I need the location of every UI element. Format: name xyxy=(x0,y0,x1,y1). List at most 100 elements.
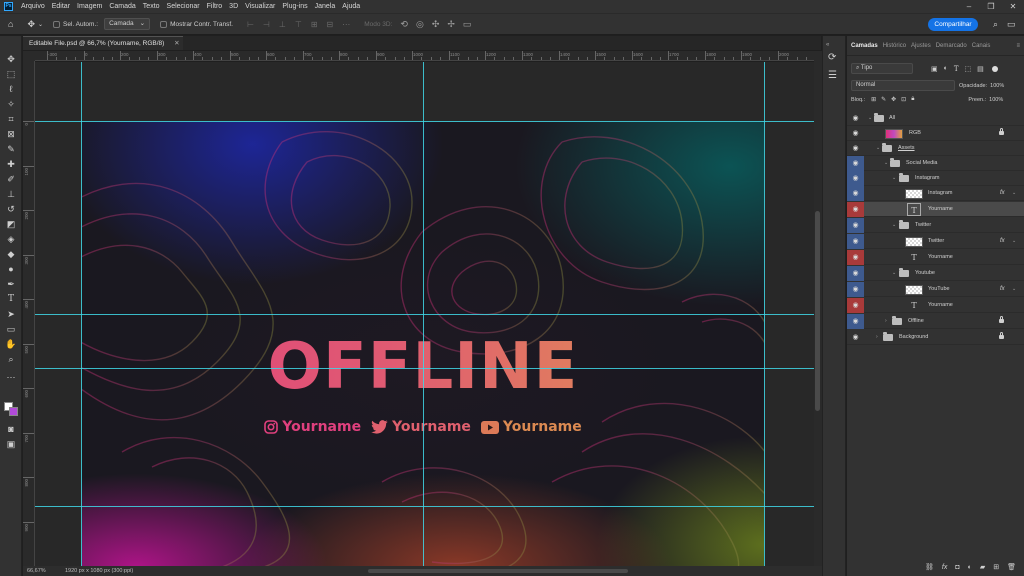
home-icon[interactable]: ⌂ xyxy=(8,19,13,29)
new-group-icon[interactable]: ▰ xyxy=(980,563,985,571)
zoom-level[interactable]: 66,67% xyxy=(27,566,46,576)
document-tab[interactable]: Editable File.psd @ 66,7% (Yourname, RGB… xyxy=(23,36,183,50)
fx-icon[interactable]: fx xyxy=(1000,282,1005,297)
layer-gradient-rgb[interactable]: ◉ RGB xyxy=(847,126,1024,141)
eye-icon[interactable]: ◉ xyxy=(847,111,864,126)
eye-icon[interactable]: ◉ xyxy=(847,202,864,217)
filter-type-icon[interactable]: T xyxy=(954,65,959,73)
align-left-icon[interactable]: ⊢ xyxy=(247,20,254,29)
marquee-tool-icon[interactable]: ⬚ xyxy=(4,67,18,81)
workspace-icon[interactable]: ▭ xyxy=(1007,19,1016,30)
guide-vertical[interactable] xyxy=(764,62,765,566)
blur-tool-icon[interactable]: ◆ xyxy=(4,247,18,261)
eye-icon[interactable]: ◉ xyxy=(847,234,864,249)
layer-text-yourname-instagram[interactable]: ◉ T Yourname xyxy=(847,202,1024,217)
rectangle-tool-icon[interactable]: ▭ xyxy=(4,322,18,336)
layer-group-social-media[interactable]: ◉ ⌄ Social Media xyxy=(847,156,1024,171)
delete-layer-icon[interactable]: 🗑︎ xyxy=(1007,563,1016,571)
new-layer-icon[interactable]: ⊞ xyxy=(993,563,999,571)
pen-tool-icon[interactable]: ✒ xyxy=(4,277,18,291)
paint-bucket-icon[interactable]: ◈ xyxy=(4,232,18,246)
tab-ajustes[interactable]: Ajustes xyxy=(911,43,931,49)
clone-stamp-icon[interactable]: ⊥ xyxy=(4,187,18,201)
eye-icon[interactable]: ◉ xyxy=(847,186,864,201)
close-tab-icon[interactable]: ✕ xyxy=(174,40,179,47)
filter-pixel-icon[interactable]: ▣ xyxy=(931,65,938,73)
quick-mask-icon[interactable]: ◙ xyxy=(4,422,18,436)
vertical-ruler[interactable]: 01002003004005006007008009001000 xyxy=(23,61,35,566)
chevron-down-icon[interactable]: ⌄ xyxy=(868,111,872,126)
chevron-down-icon[interactable]: ⌄ xyxy=(1012,282,1016,297)
share-button[interactable]: Compartilhar xyxy=(928,18,978,31)
brush-tool-icon[interactable]: ✐ xyxy=(4,172,18,186)
layer-group-background[interactable]: ◉ › Background xyxy=(847,330,1024,345)
align-right-icon[interactable]: ⊥ xyxy=(279,20,286,29)
eye-icon[interactable]: ◉ xyxy=(847,250,864,265)
more-icon[interactable]: ⋯ xyxy=(342,20,350,29)
eye-icon[interactable]: ◉ xyxy=(847,330,864,345)
twitter-handle[interactable]: Yourname xyxy=(371,419,471,435)
eye-icon[interactable]: ◉ xyxy=(847,298,864,313)
align-bottom-icon[interactable]: ⊟ xyxy=(327,20,334,29)
3d-slide-icon[interactable]: ✢ xyxy=(447,19,455,30)
eye-icon[interactable]: ◉ xyxy=(847,218,864,233)
adjustments-panel-icon[interactable]: ☰ xyxy=(828,70,837,81)
menu-arquivo[interactable]: Arquivo xyxy=(21,3,45,10)
eye-icon[interactable]: ◉ xyxy=(847,266,864,281)
lock-all-icon[interactable]: 🔒︎ xyxy=(911,96,914,103)
layer-smart-instagram[interactable]: ◉ Instagram fx ⌄ xyxy=(847,186,1024,201)
filter-toggle-icon[interactable] xyxy=(991,65,998,72)
chevron-down-icon[interactable]: ⌄ xyxy=(884,156,888,171)
tab-canais[interactable]: Canais xyxy=(972,43,991,49)
minimize-icon[interactable]: – xyxy=(958,0,980,13)
lock-transparent-icon[interactable]: ⊞ xyxy=(871,96,876,103)
menu-imagem[interactable]: Imagem xyxy=(77,3,102,10)
align-center-icon[interactable]: ⊣ xyxy=(263,20,270,29)
move-tool-icon[interactable]: ✥ xyxy=(27,19,35,30)
chevron-down-icon[interactable]: ⌄ xyxy=(892,171,896,186)
move-tool-icon[interactable]: ✥ xyxy=(4,52,18,66)
horizontal-scroll-thumb[interactable] xyxy=(368,569,628,573)
chevron-down-icon[interactable]: ⌄ xyxy=(892,266,896,281)
tab-historico[interactable]: Histórico xyxy=(883,43,906,49)
zoom-tool-icon[interactable]: ⌕ xyxy=(4,352,18,366)
layer-smart-twitter[interactable]: ◉ Twitter fx ⌄ xyxy=(847,234,1024,249)
layer-group-offline[interactable]: ◉ › Offline xyxy=(847,314,1024,329)
layer-text-yourname-twitter[interactable]: ◉ T Yourname xyxy=(847,250,1024,265)
eye-icon[interactable]: ◉ xyxy=(847,282,864,297)
hand-tool-icon[interactable]: ✋ xyxy=(4,337,18,351)
menu-visualizar[interactable]: Visualizar xyxy=(245,3,275,10)
healing-brush-icon[interactable]: ✚ xyxy=(4,157,18,171)
blend-mode-dropdown[interactable]: Normal xyxy=(851,80,955,91)
layer-group-youtube[interactable]: ◉ ⌄ Youtube xyxy=(847,266,1024,281)
add-mask-icon[interactable]: ◘ xyxy=(955,564,959,571)
fx-icon[interactable]: fx xyxy=(1000,234,1005,249)
layer-smart-youtube[interactable]: ◉ YouTube fx ⌄ xyxy=(847,282,1024,297)
lasso-tool-icon[interactable]: ℓ xyxy=(4,82,18,96)
vertical-scrollbar[interactable] xyxy=(814,51,822,566)
chevron-down-icon[interactable]: ⌄ xyxy=(38,21,43,28)
add-style-icon[interactable]: fx xyxy=(942,564,947,571)
chevron-down-icon[interactable]: ⌄ xyxy=(1012,234,1016,249)
align-top-icon[interactable]: ⊤ xyxy=(295,20,302,29)
path-selection-icon[interactable]: ➤ xyxy=(4,307,18,321)
show-transform-checkbox[interactable] xyxy=(160,20,168,28)
adjustment-layer-icon[interactable]: ◐ xyxy=(968,564,972,571)
lock-position-icon[interactable]: ✥ xyxy=(891,96,896,103)
3d-scale-icon[interactable]: ▭ xyxy=(463,19,472,30)
3d-pan-icon[interactable]: ✣ xyxy=(432,19,440,30)
history-brush-icon[interactable]: ↺ xyxy=(4,202,18,216)
filter-shape-icon[interactable]: ⬚ xyxy=(965,65,972,73)
menu-editar[interactable]: Editar xyxy=(52,3,70,10)
close-icon[interactable]: ✕ xyxy=(1002,0,1024,13)
eye-icon[interactable]: ◉ xyxy=(847,314,864,329)
history-panel-icon[interactable]: ⟳ xyxy=(828,52,836,63)
lock-image-icon[interactable]: ✎ xyxy=(881,96,886,103)
canvas-workspace[interactable]: OFFLINE Yourname Yourname Yourname xyxy=(35,62,814,566)
more-tools-icon[interactable]: ⋯ xyxy=(4,370,18,384)
screen-mode-icon[interactable]: ▣ xyxy=(4,437,18,451)
menu-3d[interactable]: 3D xyxy=(229,3,238,10)
layer-group-all[interactable]: ◉ ⌄ All xyxy=(847,111,1024,126)
youtube-handle[interactable]: Yourname xyxy=(480,419,582,435)
type-tool-icon[interactable]: T xyxy=(4,292,18,306)
